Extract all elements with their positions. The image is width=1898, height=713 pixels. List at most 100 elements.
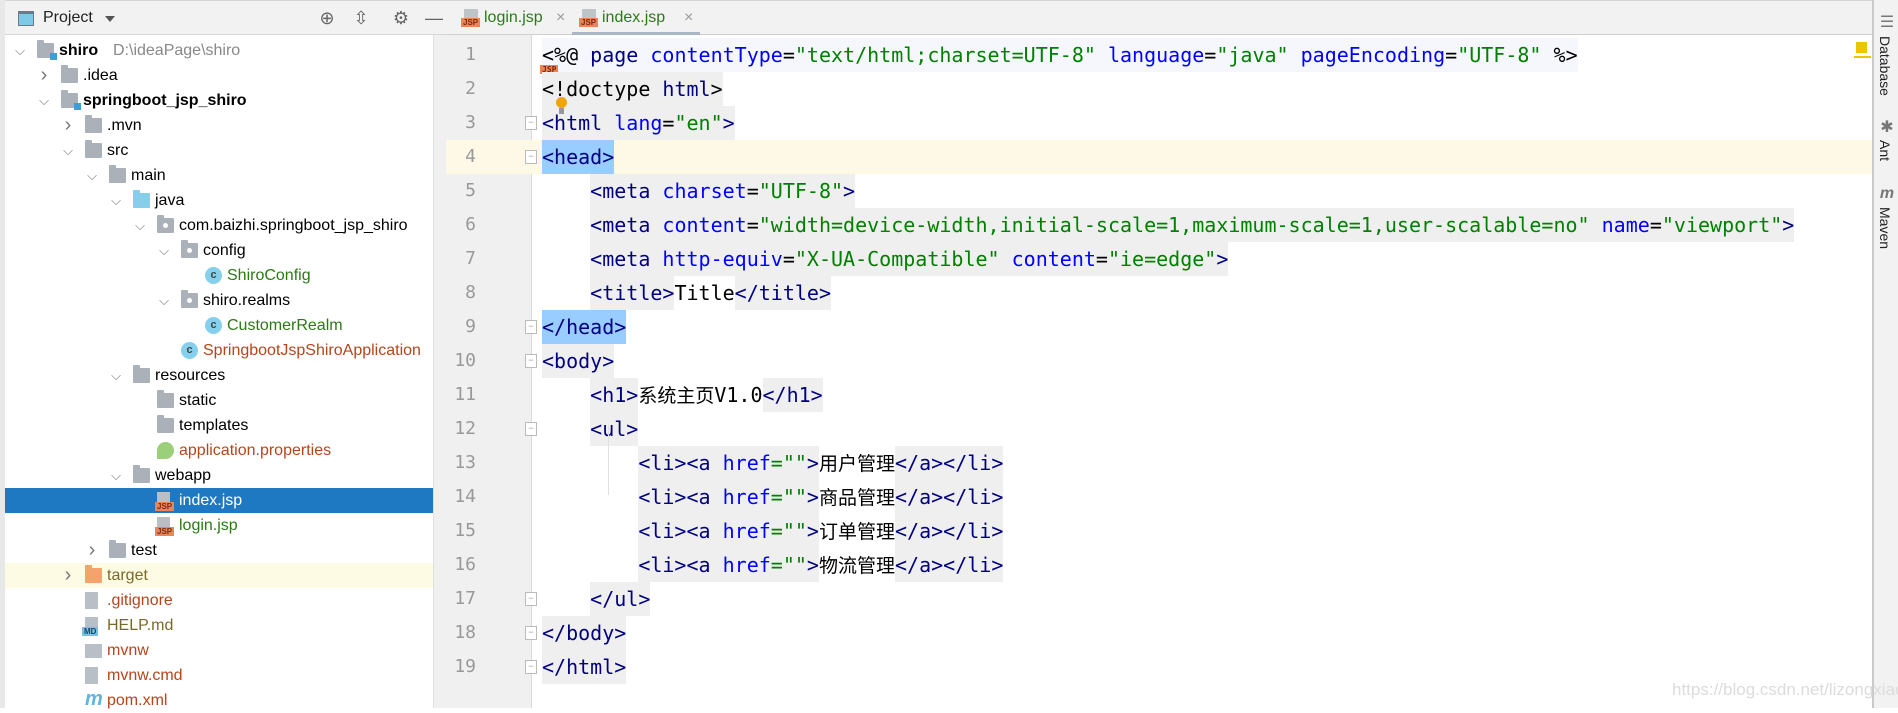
tree-item[interactable]: application.properties [5,438,433,463]
lightbulb-icon[interactable] [556,97,567,114]
collapse-all-icon[interactable]: ⇳ [350,7,372,29]
chevron-right-icon[interactable]: › [61,563,75,588]
chevron-right-icon[interactable]: › [37,63,51,88]
chevron-down-icon[interactable]: ⌵ [13,38,27,63]
code-line[interactable]: <meta charset="UTF-8"> [590,174,856,208]
code-group: </a></li> [894,548,1004,582]
project-panel-title[interactable]: Project [43,9,93,27]
tree-item[interactable]: ⌵ main [5,163,433,188]
warning-marker-icon[interactable] [1856,42,1867,53]
chevron-down-icon[interactable]: ⌵ [157,238,171,263]
tree-item[interactable]: ⌵ resources [5,363,433,388]
tree-item[interactable]: › .idea [5,63,433,88]
tree-item[interactable]: ⌵ com.baizhi.springboot_jsp_shiro [5,213,433,238]
tree-item[interactable]: index.jsp [5,488,446,513]
ant-icon[interactable]: ✱ [1878,117,1896,137]
line-number: 14 [454,486,476,507]
tree-item[interactable]: templates [5,413,433,438]
code-token: </a></li> [894,553,1004,577]
tree-item[interactable]: ⌵ springboot_jsp_shiro [5,88,433,113]
maven-icon[interactable]: m [1878,185,1896,203]
tab-index-jsp[interactable]: index.jsp × [572,1,700,35]
code-line[interactable]: <%@ page contentType="text/html;charset=… [542,38,1578,72]
chevron-down-icon[interactable]: ⌵ [109,188,123,213]
chevron-down-icon[interactable]: ⌵ [37,88,51,113]
tree-item[interactable]: › test [5,538,433,563]
code-line[interactable]: </body> [542,616,627,650]
tree-scrollbar[interactable] [433,35,446,708]
code-line[interactable]: <html lang="en"> [542,106,735,140]
code-line[interactable]: </head> [542,310,627,344]
code-line[interactable]: <li><a href="">物流管理</a></li> [638,548,1004,582]
database-tool-button[interactable]: Database [1877,36,1893,96]
code-line[interactable]: <meta content="width=device-width,initia… [590,208,1795,242]
code-line[interactable]: </ul> [590,582,651,616]
chevron-right-icon[interactable]: › [61,113,75,138]
tree-item[interactable]: HELP.md [5,613,433,638]
tree-item[interactable]: c CustomerRealm [5,313,433,338]
line-number: 10 [454,350,476,371]
tree-item[interactable]: .gitignore [5,588,433,613]
tree-item[interactable]: static [5,388,433,413]
code-line[interactable]: <body> [542,344,615,378]
tree-item[interactable]: m pom.xml [5,688,433,713]
chevron-down-icon[interactable]: ⌵ [85,163,99,188]
minimize-icon[interactable]: — [423,7,445,29]
code-token: charset [662,179,747,203]
tree-item[interactable]: mvnw.cmd [5,663,433,688]
code-token: page [590,43,651,67]
fold-marker-icon[interactable]: − [525,592,537,606]
tree-item[interactable]: c ShiroConfig [5,263,433,288]
tree-item[interactable]: ⌵ src [5,138,433,163]
code-token: = [770,451,783,475]
close-icon[interactable]: × [556,1,565,35]
tree-item[interactable]: ⌵ webapp [5,463,433,488]
close-icon[interactable]: × [684,1,693,35]
database-icon[interactable]: ☰ [1878,12,1896,32]
tree-item[interactable]: › target [5,563,446,588]
chevron-down-icon[interactable]: ⌵ [133,213,147,238]
fold-marker-icon[interactable]: − [525,150,537,164]
code-line[interactable]: <h1>系统主页V1.0</h1> [590,378,823,412]
tree-item[interactable]: mvnw [5,638,433,663]
fold-marker-icon[interactable]: − [525,354,537,368]
locate-icon[interactable]: ⊕ [316,7,338,29]
tree-item[interactable]: ⌵ java [5,188,433,213]
folder-icon [133,465,150,483]
fold-marker-icon[interactable]: − [525,626,537,640]
code-token: 用户管理 [818,453,895,475]
code-line[interactable]: <!doctype html> [542,72,723,106]
chevron-right-icon[interactable]: › [85,538,99,563]
code-line[interactable]: <head> [542,140,615,174]
code-line[interactable]: </html> [542,650,627,684]
tree-item[interactable]: ⌵ shiro.realms [5,288,433,313]
fold-marker-icon[interactable]: − [525,660,537,674]
code-line[interactable]: <li><a href="">用户管理</a></li> [638,446,1004,480]
chevron-down-icon[interactable]: ⌵ [109,363,123,388]
code-line[interactable]: <meta http-equiv="X-UA-Compatible" conte… [590,242,1229,276]
ant-tool-button[interactable]: Ant [1877,140,1893,161]
chevron-down-icon[interactable]: ⌵ [109,463,123,488]
line-number: 15 [454,520,476,541]
tree-item[interactable]: login.jsp [5,513,433,538]
maven-tool-button[interactable]: Maven [1877,207,1893,249]
code-line[interactable]: <title>Title</title> [590,276,831,310]
code-token: 商品管理 [818,487,895,509]
code-line[interactable]: <li><a href="">订单管理</a></li> [638,514,1004,548]
chevron-down-icon[interactable] [105,16,115,22]
gear-icon[interactable]: ⚙ [390,7,412,29]
fold-marker-icon[interactable]: − [525,422,537,436]
line-number: 2 [465,78,476,99]
tree-item[interactable]: ⌵ config [5,238,433,263]
code-line[interactable]: <ul> [590,412,639,446]
tree-item[interactable]: c SpringbootJspShiroApplication [5,338,433,363]
tree-item-label: shiro.realms [203,292,291,309]
chevron-down-icon[interactable]: ⌵ [157,288,171,313]
tab-login-jsp[interactable]: login.jsp × [454,1,572,35]
fold-marker-icon[interactable]: − [525,116,537,130]
fold-marker-icon[interactable]: − [525,320,537,334]
chevron-down-icon[interactable]: ⌵ [61,138,75,163]
tree-item[interactable]: › .mvn [5,113,433,138]
code-line[interactable]: <li><a href="">商品管理</a></li> [638,480,1004,514]
tree-item[interactable]: ⌵ shiro D:\ideaPage\shiro [5,38,433,63]
